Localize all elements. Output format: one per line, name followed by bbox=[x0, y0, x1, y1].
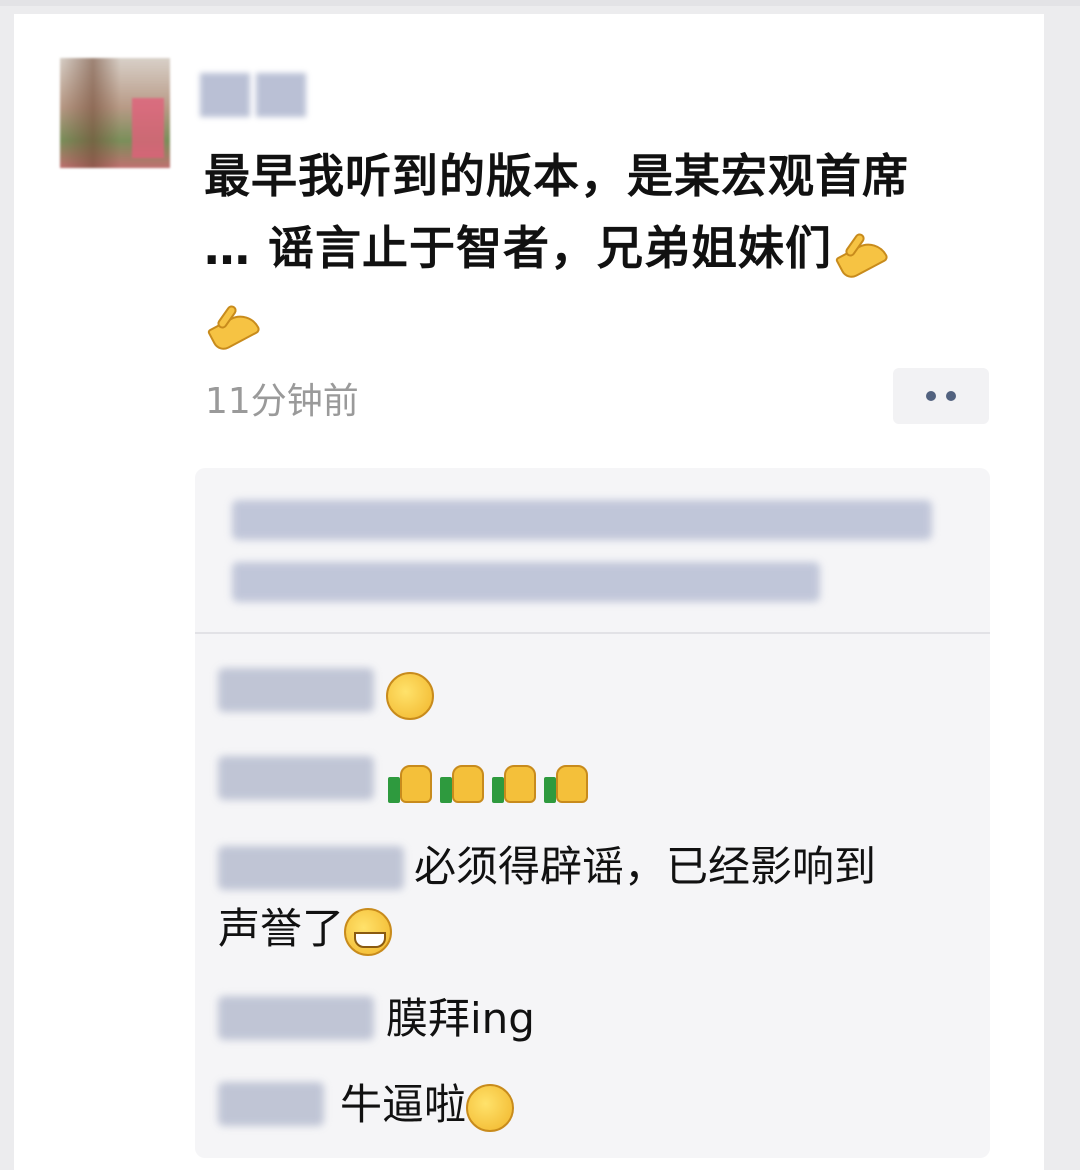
comment-3: 必须得辟谣，已经影响到 声誉了 bbox=[218, 836, 958, 960]
eating-watermelon-face-icon bbox=[466, 1083, 515, 1132]
commenter-name-blurred[interactable] bbox=[218, 1082, 324, 1126]
thumbs-up-icon bbox=[440, 759, 486, 805]
comment-4-text: 膜拜ing bbox=[386, 994, 535, 1043]
praying-hands-icon bbox=[204, 298, 260, 350]
username-blurred[interactable] bbox=[200, 68, 312, 122]
post-text-line1: 最早我听到的版本，是某宏观首席 bbox=[204, 149, 909, 203]
face-holding-laugh-icon bbox=[386, 671, 434, 720]
grinning-face-icon bbox=[344, 907, 393, 956]
comment-3-text-cont: 声誉了 bbox=[218, 904, 345, 953]
commenter-name-blurred[interactable] bbox=[218, 756, 374, 800]
praying-hands-icon bbox=[832, 226, 888, 278]
comment-3-text: 必须得辟谣，已经影响到 bbox=[414, 842, 877, 891]
comment-5: 牛逼啦 bbox=[340, 1074, 515, 1136]
dot-icon bbox=[926, 391, 936, 401]
top-divider bbox=[0, 0, 1080, 6]
comment-1 bbox=[386, 662, 434, 724]
comment-2 bbox=[388, 748, 596, 810]
comment-5-text: 牛逼啦 bbox=[340, 1080, 467, 1129]
post-content: 最早我听到的版本，是某宏观首席 … 谣言止于智者，兄弟姐妹们 bbox=[204, 140, 1004, 356]
avatar[interactable] bbox=[60, 58, 170, 168]
thumbs-up-icon bbox=[492, 759, 538, 805]
comment-4: 膜拜ing bbox=[386, 988, 535, 1050]
more-options-button[interactable] bbox=[893, 368, 989, 424]
post-text-line2: … 谣言止于智者，兄弟姐妹们 bbox=[204, 221, 833, 275]
thumbs-up-icon bbox=[388, 759, 434, 805]
dot-icon bbox=[946, 391, 956, 401]
likes-divider bbox=[195, 632, 990, 634]
commenter-name-blurred[interactable] bbox=[218, 668, 374, 712]
post-timestamp: 11分钟前 bbox=[205, 381, 359, 422]
thumbs-up-icon bbox=[544, 759, 590, 805]
commenter-name-blurred[interactable] bbox=[218, 996, 374, 1040]
